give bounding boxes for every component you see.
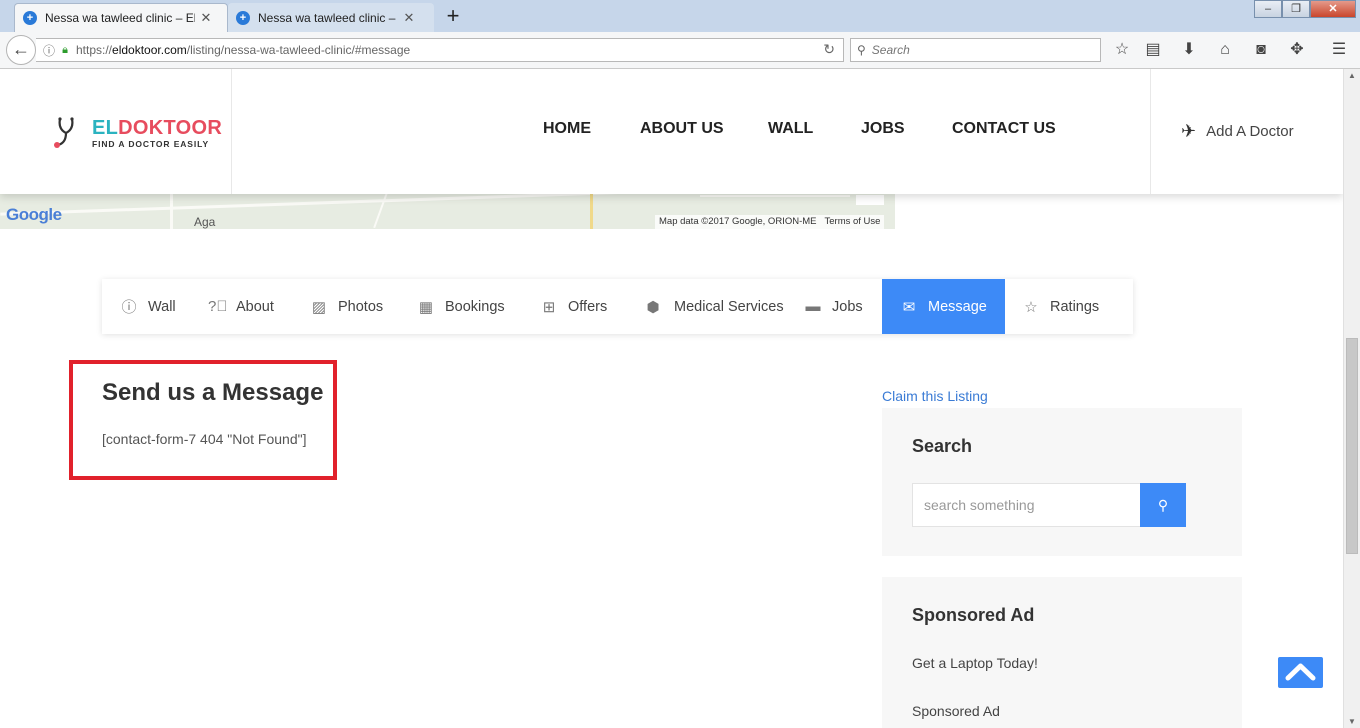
- scroll-down-arrow-icon[interactable]: ▼: [1348, 717, 1356, 726]
- sponsored-ad-title: Sponsored Ad: [912, 605, 1035, 625]
- nav-contact-us[interactable]: CONTACT US: [952, 120, 1056, 138]
- browser-tab-bar: + Nessa wa tawleed clinic – El D ✕ + Nes…: [0, 0, 1360, 32]
- downloads-icon[interactable]: ⬇: [1178, 40, 1200, 60]
- tab-label: Wall: [148, 298, 176, 315]
- tab-label: Message: [928, 298, 987, 315]
- highlight-box: [69, 360, 337, 480]
- gift-icon: ⊞: [542, 298, 556, 316]
- site-logo[interactable]: ELDOKTOOR FIND A DOCTOR EASILY: [0, 69, 232, 194]
- site-info-icon[interactable]: ⓘ: [40, 42, 58, 59]
- map-place-label: Aga: [194, 215, 216, 229]
- nav-jobs[interactable]: JOBS: [861, 120, 905, 138]
- sponsored-ad-widget: Sponsored Ad Get a Laptop Today! Sponsor…: [882, 577, 1242, 728]
- add-doctor-label: Add A Doctor: [1206, 123, 1294, 140]
- image-icon: ▨: [311, 298, 327, 316]
- tab-label: Photos: [338, 298, 384, 315]
- bookmark-star-icon[interactable]: ☆: [1111, 40, 1133, 60]
- search-icon: ⚲: [1157, 497, 1169, 513]
- browser-tab-inactive[interactable]: + Nessa wa tawleed clinic – El D ✕: [228, 3, 434, 32]
- browser-tab-active[interactable]: + Nessa wa tawleed clinic – El D ✕: [14, 3, 228, 32]
- menu-icon[interactable]: ☰: [1328, 40, 1350, 60]
- site-favicon-icon: +: [23, 11, 37, 25]
- tab-about[interactable]: ?⃝ About: [192, 279, 293, 334]
- map-credits: Map data ©2017 Google, ORION-ME Terms of …: [655, 215, 885, 229]
- page-viewport: Google Aga Map data ©2017 Google, ORION-…: [0, 69, 1343, 728]
- tab-label: Medical Services: [674, 298, 784, 315]
- reload-icon[interactable]: ↻: [823, 41, 835, 58]
- map-terms-link[interactable]: Terms of Use: [825, 216, 881, 227]
- tab-close-icon[interactable]: ✕: [199, 10, 213, 26]
- stethoscope-icon: [54, 117, 74, 148]
- map-data-credit: Map data ©2017 Google, ORION-ME: [659, 216, 817, 227]
- extension-icon[interactable]: ✥: [1286, 40, 1308, 60]
- scroll-up-arrow-icon[interactable]: ▲: [1348, 71, 1356, 80]
- star-icon: ☆: [1024, 298, 1038, 316]
- nav-home[interactable]: HOME: [543, 120, 591, 138]
- message-section-title: Send us a Message: [102, 379, 324, 406]
- pocket-icon[interactable]: ◙: [1250, 40, 1272, 60]
- tab-message[interactable]: ✉ Message: [882, 279, 1005, 334]
- site-favicon-icon: +: [236, 10, 250, 25]
- search-widget: Search ⚲: [882, 408, 1242, 556]
- chevron-up-icon: [1285, 663, 1316, 681]
- browser-navigation-bar: ← ⓘ 🔒︎ https://eldoktoor.com/listing/nes…: [0, 32, 1360, 69]
- logo-wordmark: ELDOKTOOR: [92, 117, 223, 139]
- info-circle-icon: ⓘ: [121, 299, 137, 316]
- url-bar[interactable]: ⓘ 🔒︎ https://eldoktoor.com/listing/nessa…: [36, 38, 844, 62]
- scrollbar-thumb[interactable]: [1346, 338, 1358, 554]
- sponsored-ad-link[interactable]: Sponsored Ad: [912, 703, 1000, 719]
- briefcase-icon: ▬: [805, 298, 821, 315]
- cubes-icon: ⬢: [646, 298, 660, 316]
- tab-ratings[interactable]: ☆ Ratings: [1005, 279, 1133, 334]
- close-window-button[interactable]: ✕: [1310, 0, 1356, 18]
- home-icon[interactable]: ⌂: [1214, 40, 1236, 60]
- google-logo: Google: [6, 205, 62, 224]
- logo-tagline: FIND A DOCTOR EASILY: [92, 139, 210, 149]
- search-widget-title: Search: [912, 436, 973, 456]
- site-header: ELDOKTOOR FIND A DOCTOR EASILY HOME ABOU…: [0, 69, 1343, 194]
- maximize-button[interactable]: ❐: [1282, 0, 1310, 18]
- tab-label: Bookings: [445, 298, 505, 315]
- url-text[interactable]: https://eldoktoor.com/listing/nessa-wa-t…: [76, 43, 410, 57]
- tab-title: Nessa wa tawleed clinic – El D: [45, 11, 195, 25]
- tab-bookings[interactable]: ▦ Bookings: [401, 279, 524, 334]
- claim-listing-link[interactable]: Claim this Listing: [882, 388, 988, 404]
- new-tab-button[interactable]: +: [441, 4, 465, 28]
- contact-form-error: [contact-form-7 404 "Not Found"]: [102, 431, 307, 447]
- tab-photos[interactable]: ▨ Photos: [293, 279, 401, 334]
- question-circle-icon: ?⃝: [208, 298, 228, 315]
- paper-plane-icon: ✈: [1181, 121, 1197, 141]
- tab-jobs[interactable]: ▬ Jobs: [786, 279, 882, 334]
- nav-wall[interactable]: WALL: [768, 120, 813, 138]
- tab-wall[interactable]: ⓘ Wall: [102, 279, 192, 334]
- nav-about-us[interactable]: ABOUT US: [640, 120, 724, 138]
- envelope-icon: ✉: [902, 298, 916, 316]
- page-scrollbar[interactable]: ▲ ▼: [1343, 69, 1360, 728]
- tab-label: Jobs: [832, 298, 863, 315]
- reading-list-icon[interactable]: ▤: [1142, 40, 1164, 60]
- lock-icon: 🔒︎: [62, 43, 68, 56]
- sponsored-ad-link[interactable]: Get a Laptop Today!: [912, 655, 1038, 671]
- calendar-icon: ▦: [418, 298, 434, 316]
- back-to-top-button[interactable]: [1278, 657, 1323, 688]
- search-icon: ⚲: [857, 43, 866, 57]
- listing-tabs: ⓘ Wall ?⃝ About ▨ Photos ▦ Bookings ⊞ Of…: [102, 279, 1133, 334]
- tab-close-icon[interactable]: ✕: [402, 10, 416, 26]
- tab-label: Ratings: [1050, 298, 1100, 315]
- back-button[interactable]: ←: [6, 35, 36, 65]
- tab-label: Offers: [568, 298, 608, 315]
- minimize-button[interactable]: –: [1254, 0, 1282, 18]
- tab-medical-services[interactable]: ⬢ Medical Services: [626, 279, 786, 334]
- search-input[interactable]: [912, 483, 1140, 527]
- browser-search-input[interactable]: [871, 43, 1072, 57]
- tab-offers[interactable]: ⊞ Offers: [524, 279, 626, 334]
- tab-title: Nessa wa tawleed clinic – El D: [258, 10, 398, 25]
- window-controls: – ❐ ✕: [1254, 0, 1356, 18]
- search-button[interactable]: ⚲: [1140, 483, 1186, 527]
- browser-search-bar[interactable]: ⚲: [850, 38, 1101, 62]
- add-doctor-button[interactable]: ✈ Add A Doctor: [1150, 69, 1343, 194]
- tab-label: About: [236, 298, 274, 315]
